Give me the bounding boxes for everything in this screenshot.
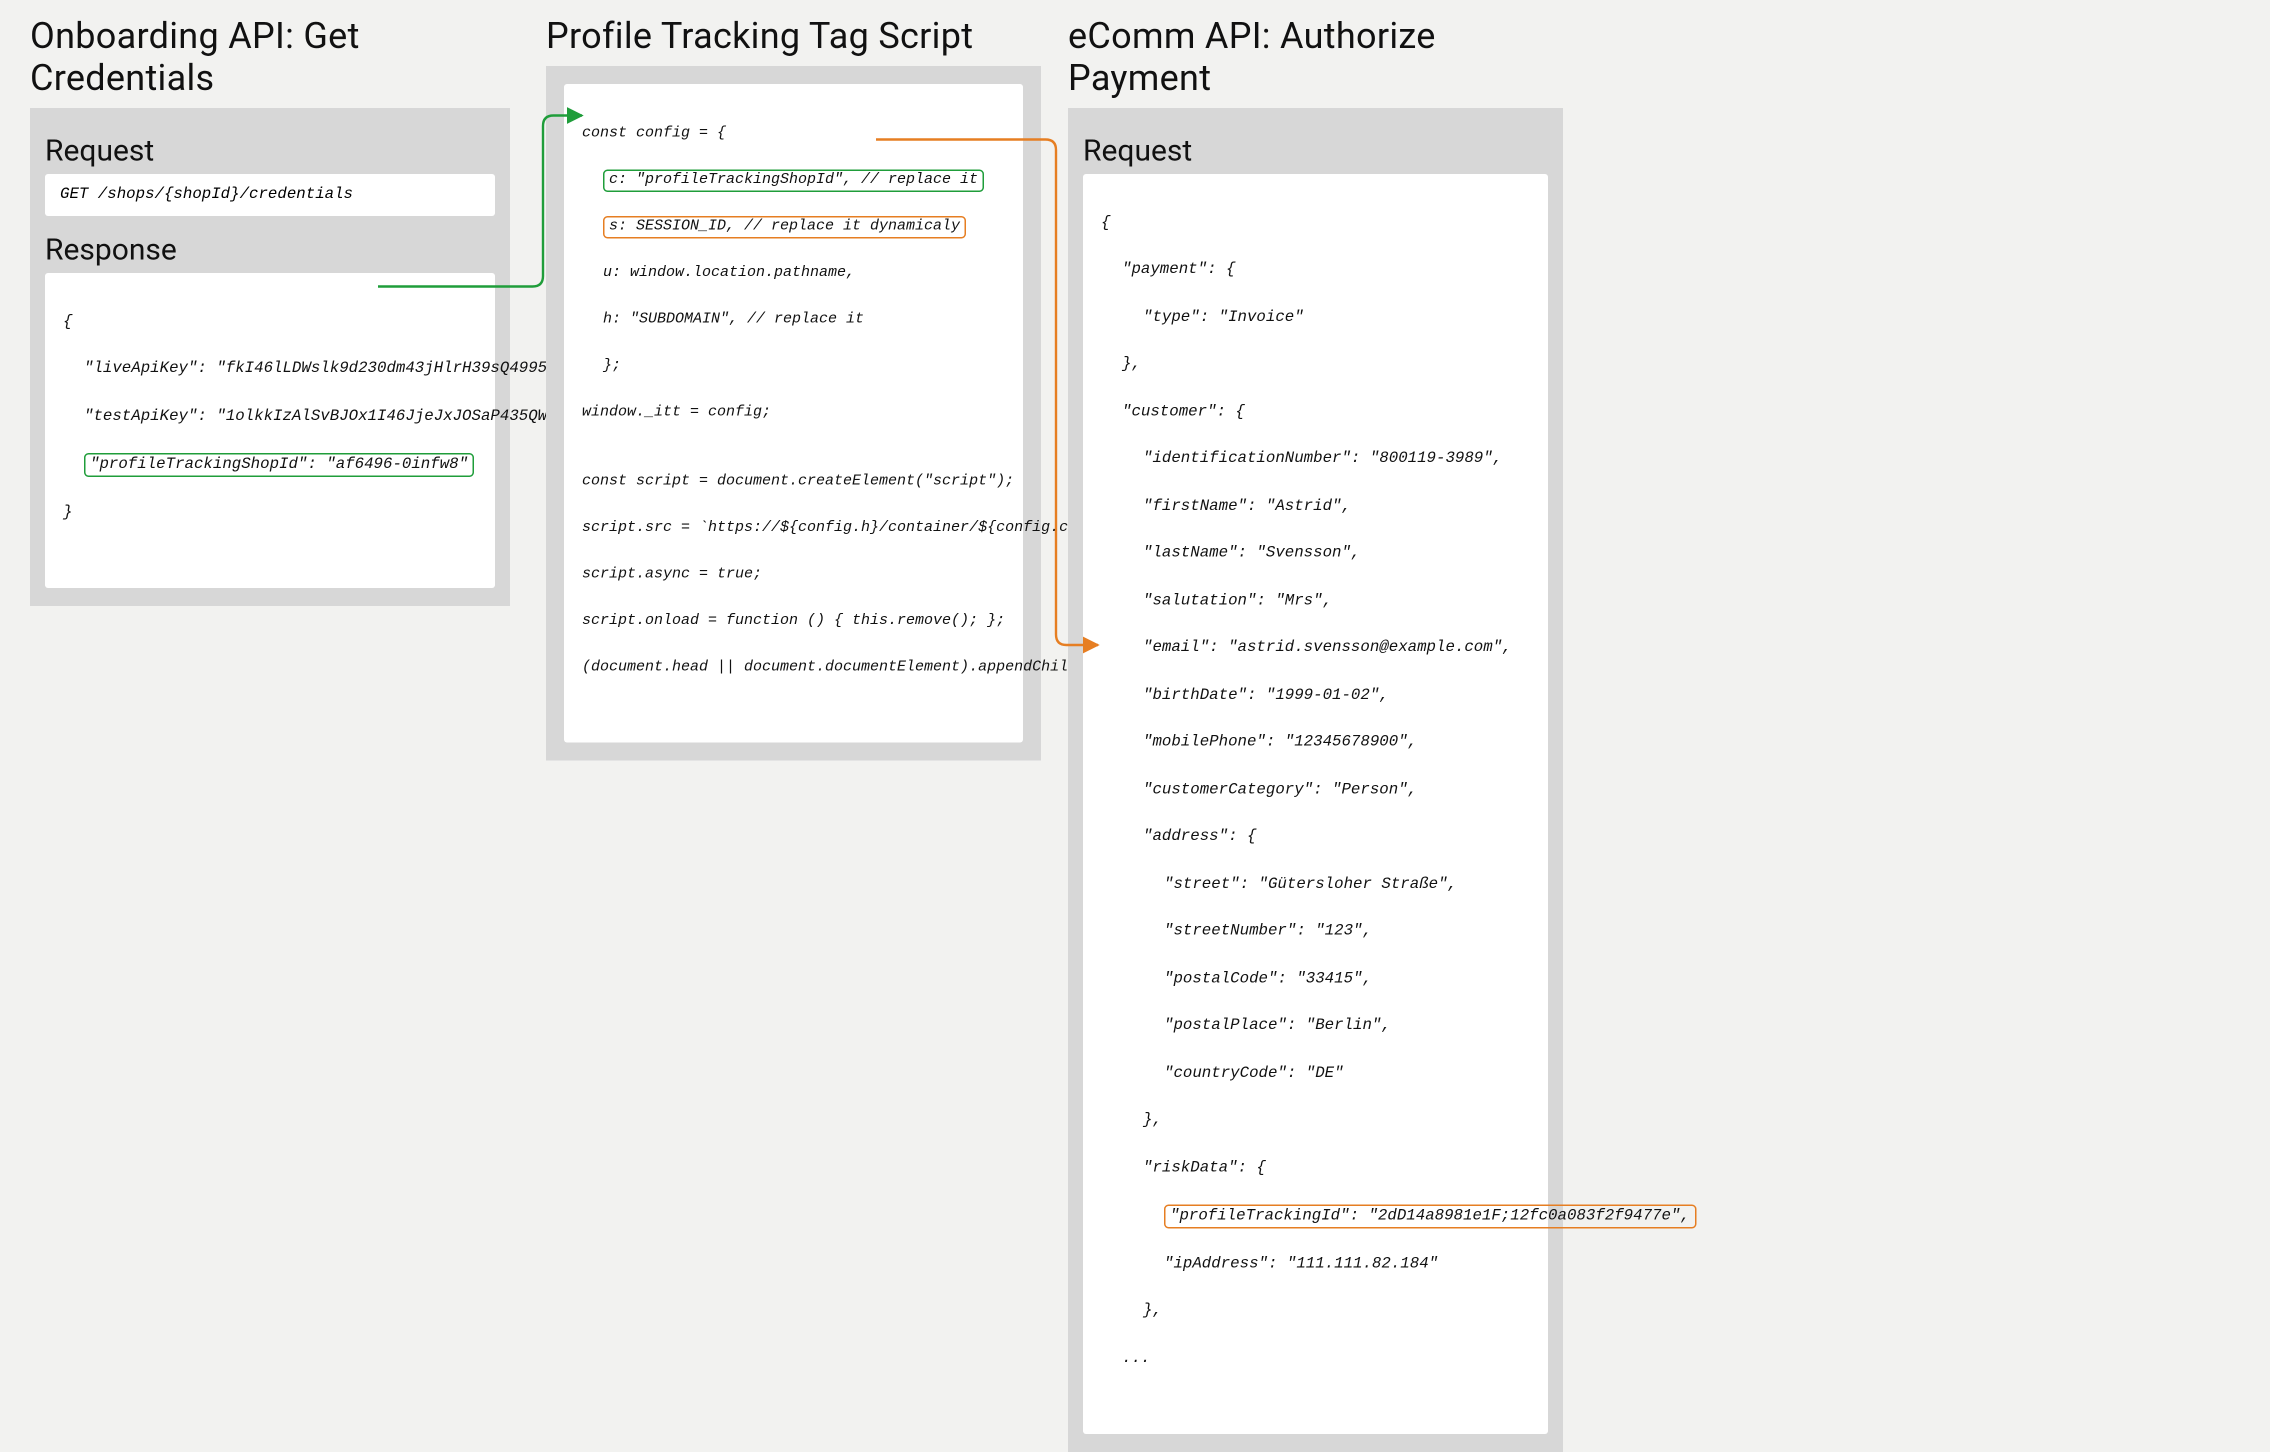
code-line: "liveApiKey": "fkI46lLDWslk9d230dm43jHlr… — [63, 359, 477, 383]
panel1-request-label: Request — [45, 132, 495, 168]
code-line: "postalPlace": "Berlin", — [1101, 1016, 1530, 1040]
code-line: }, — [1101, 354, 1530, 378]
code-line: (document.head || document.documentEleme… — [582, 657, 1005, 680]
panel3-title: eComm API: Authorize Payment — [1068, 15, 1563, 99]
panel3-body: Request { "payment": { "type": "Invoice"… — [1068, 108, 1563, 1452]
config-c-hl: c: "profileTrackingShopId", // replace i… — [603, 169, 984, 192]
panel2-body: const config = { c: "profileTrackingShop… — [546, 66, 1041, 760]
config-s-hl: s: SESSION_ID, // replace it dynamicaly — [603, 215, 966, 238]
panel3-code: { "payment": { "type": "Invoice" }, "cus… — [1083, 174, 1548, 1434]
profile-tracking-script-panel: Profile Tracking Tag Script const config… — [546, 15, 1041, 760]
code-line: window._itt = config; — [582, 401, 1005, 424]
panel1-body: Request GET /shops/{shopId}/credentials … — [30, 108, 510, 606]
onboarding-api-panel: Onboarding API: Get Credentials Request … — [30, 15, 510, 606]
profile-tracking-shop-id-hl: "profileTrackingShopId": "af6496-0infw8" — [84, 453, 474, 477]
panel1-response-label: Response — [45, 231, 495, 267]
code-line: "address": { — [1101, 827, 1530, 851]
code-line: "firstName": "Astrid", — [1101, 496, 1530, 520]
code-line: "customer": { — [1101, 402, 1530, 426]
code-line: "birthDate": "1999-01-02", — [1101, 685, 1530, 709]
code-line: { — [63, 312, 477, 336]
panel1-title: Onboarding API: Get Credentials — [30, 15, 510, 99]
panel3-request-label: Request — [1083, 132, 1548, 168]
code-line: "customerCategory": "Person", — [1101, 780, 1530, 804]
code-line: h: "SUBDOMAIN", // replace it — [582, 308, 1005, 331]
code-line: "mobilePhone": "12345678900", — [1101, 732, 1530, 756]
code-line: script.src = `https://${config.h}/contai… — [582, 518, 1005, 541]
code-line: "payment": { — [1101, 260, 1530, 284]
code-line-highlight-green: "profileTrackingShopId": "af6496-0infw8" — [63, 453, 477, 478]
code-line: "street": "Gütersloher Straße", — [1101, 874, 1530, 898]
code-line: "streetNumber": "123", — [1101, 921, 1530, 945]
code-line: "ipAddress": "111.111.82.184" — [1101, 1254, 1530, 1278]
code-line: "lastName": "Svensson", — [1101, 543, 1530, 567]
code-line: }, — [1101, 1301, 1530, 1325]
code-line: }, — [1101, 1110, 1530, 1134]
code-line: "postalCode": "33415", — [1101, 969, 1530, 993]
code-line: const config = { — [582, 122, 1005, 145]
code-line: } — [63, 502, 477, 526]
ecomm-api-panel: eComm API: Authorize Payment Request { "… — [1068, 15, 1563, 1452]
code-line: "testApiKey": "1olkkIzAlSvBJOx1I46JjeJxJ… — [63, 406, 477, 430]
panel1-request-code: GET /shops/{shopId}/credentials — [45, 174, 495, 216]
code-line: u: window.location.pathname, — [582, 262, 1005, 285]
code-line: "identificationNumber": "800119-3989", — [1101, 449, 1530, 473]
code-line-highlight-orange: "profileTrackingId": "2dD14a8981e1F;12fc… — [1101, 1205, 1530, 1230]
code-line: "countryCode": "DE" — [1101, 1063, 1530, 1087]
panel2-code: const config = { c: "profileTrackingShop… — [564, 84, 1023, 742]
panel1-response-code: { "liveApiKey": "fkI46lLDWslk9d230dm43jH… — [45, 273, 495, 588]
code-line: script.onload = function () { this.remov… — [582, 611, 1005, 634]
panel2-title: Profile Tracking Tag Script — [546, 15, 1041, 57]
code-line-highlight-orange: s: SESSION_ID, // replace it dynamicaly — [582, 215, 1005, 238]
profile-tracking-id-hl: "profileTrackingId": "2dD14a8981e1F;12fc… — [1164, 1205, 1696, 1229]
code-line: const script = document.createElement("s… — [582, 471, 1005, 494]
code-line: ... — [1101, 1348, 1530, 1372]
code-line: "type": "Invoice" — [1101, 307, 1530, 331]
code-line: { — [1101, 213, 1530, 237]
code-line: }; — [582, 355, 1005, 378]
code-line: "salutation": "Mrs", — [1101, 591, 1530, 615]
code-line: "riskData": { — [1101, 1158, 1530, 1182]
code-line: "email": "astrid.svensson@example.com", — [1101, 638, 1530, 662]
code-line: script.async = true; — [582, 564, 1005, 587]
code-line-highlight-green: c: "profileTrackingShopId", // replace i… — [582, 169, 1005, 192]
